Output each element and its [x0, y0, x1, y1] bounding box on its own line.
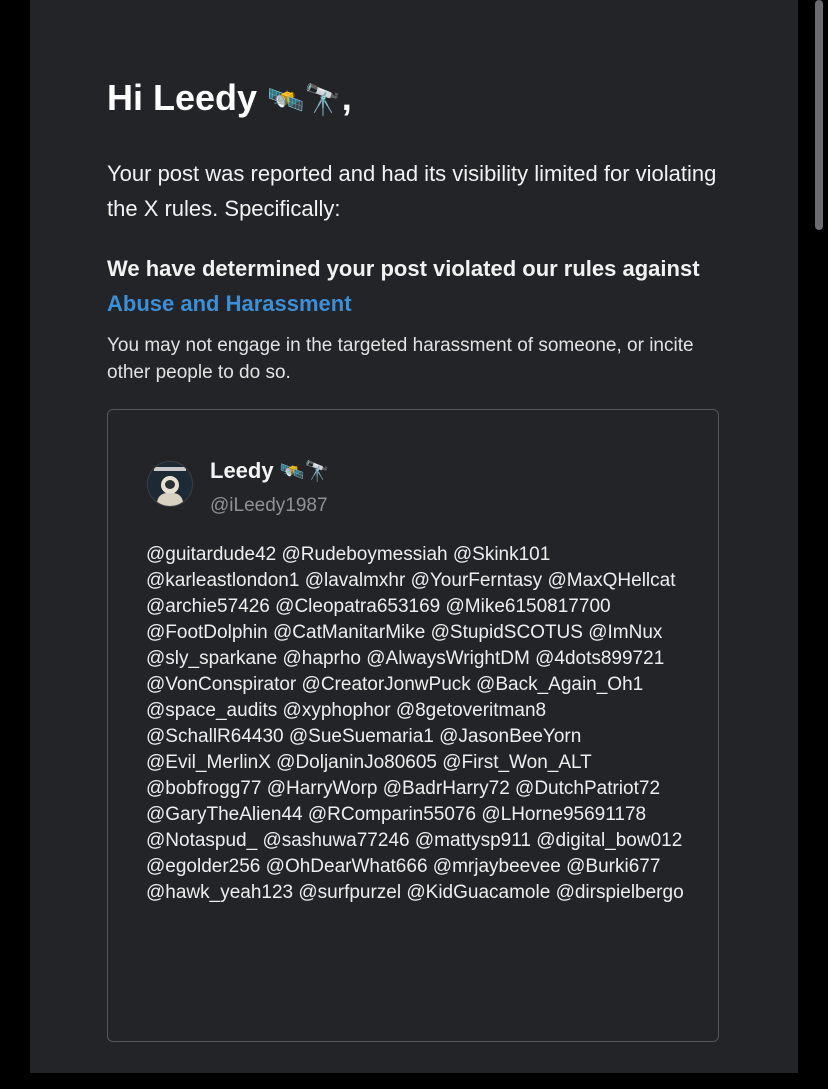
avatar-banner: [154, 467, 186, 471]
rule-heading: We have determined your post violated ou…: [107, 251, 732, 321]
intro-text: Your post was reported and had its visib…: [107, 161, 717, 221]
reported-post-card: Leedy 🛰️🔭 @iLeedy1987 @guitardude42 @Rud…: [107, 409, 719, 1042]
abuse-harassment-link[interactable]: Abuse and Harassment: [107, 291, 352, 316]
astronaut-body-icon: [157, 493, 183, 506]
rule-prefix: We have determined your post violated ou…: [107, 256, 700, 281]
satellite-telescope-emoji-icon: 🛰️🔭: [267, 83, 342, 118]
post-body-text: @guitardude42 @Rudeboymessiah @Skink101 …: [146, 544, 684, 903]
post-author-name: Leedy 🛰️🔭: [210, 458, 330, 484]
scrollbar[interactable]: [815, 0, 823, 230]
greeting-punctuation: ,: [341, 77, 352, 118]
email-screen: Hi Leedy 🛰️🔭, Your post was reported and…: [0, 0, 828, 1089]
rule-description: You may not engage in the targeted haras…: [107, 335, 694, 383]
astronaut-visor-icon: [165, 480, 175, 489]
avatar: [147, 461, 193, 507]
author-name-text: Leedy: [210, 458, 274, 483]
greeting-heading: Hi Leedy 🛰️🔭,: [107, 76, 352, 123]
greeting-name: Hi Leedy: [107, 77, 258, 118]
author-emoji-icon: 🛰️🔭: [279, 459, 330, 483]
post-author-handle: @iLeedy1987: [210, 495, 328, 516]
